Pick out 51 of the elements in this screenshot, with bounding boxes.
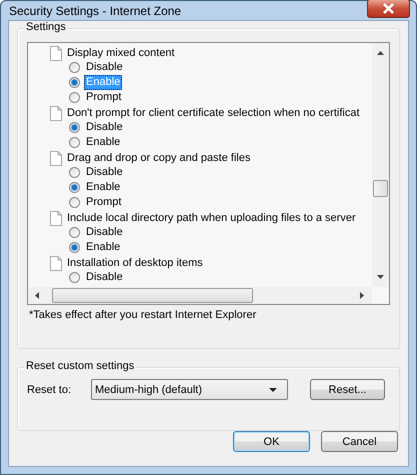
setting-label: Include local directory path when uploading files to a server — [67, 212, 356, 224]
document-icon — [50, 151, 62, 166]
reset-button[interactable]: Reset... — [310, 379, 385, 400]
right-arrow-icon — [360, 292, 364, 299]
setting-label: Drag and drop or copy and paste files — [67, 152, 250, 164]
option-label[interactable]: Disable — [84, 60, 125, 75]
note-text: *Takes effect after you restart Internet Explorer — [29, 309, 258, 321]
option-label[interactable]: Enable — [84, 135, 122, 150]
setting-label: Installation of desktop items — [67, 256, 203, 268]
radio-button[interactable] — [69, 122, 80, 133]
down-arrow-icon — [377, 275, 384, 279]
option-label[interactable]: Disable — [84, 270, 125, 285]
option-label[interactable]: Enable — [84, 180, 122, 195]
caret-icon — [269, 388, 277, 392]
radio-button[interactable] — [69, 137, 80, 148]
group-title: Reset custom settings — [24, 360, 136, 372]
close-button[interactable] — [367, 0, 410, 18]
setting-label: Don't prompt for client certificate selection when no certificat — [67, 106, 360, 118]
radio-button[interactable] — [69, 182, 80, 193]
close-icon — [382, 3, 395, 14]
radio-button[interactable] — [69, 242, 80, 253]
scroll-thumb[interactable] — [52, 288, 253, 303]
document-icon — [50, 46, 62, 61]
radio-button[interactable] — [69, 197, 80, 208]
window-title: Security Settings - Internet Zone — [9, 4, 182, 18]
option-label[interactable]: Prompt — [84, 195, 124, 210]
left-arrow-icon — [35, 292, 39, 299]
reset-level-dropdown[interactable]: Medium-high (default) — [91, 379, 288, 400]
dialog-button[interactable]: Cancel — [321, 431, 398, 452]
dialog-button[interactable]: OK — [233, 431, 310, 452]
radio-button[interactable] — [69, 62, 80, 73]
option-label[interactable]: Disable — [84, 120, 125, 135]
setting-label: Display mixed content — [67, 46, 175, 58]
option-label[interactable]: Enable — [84, 240, 122, 255]
reset-label: Reset to: — [27, 384, 72, 396]
radio-button[interactable] — [69, 77, 80, 88]
document-icon — [50, 106, 62, 121]
option-label[interactable]: Disable — [84, 165, 125, 180]
option-label[interactable]: Disable — [84, 225, 125, 240]
group-title: Settings — [24, 21, 68, 33]
vertical-scrollbar[interactable] — [372, 43, 389, 287]
document-icon — [50, 211, 62, 226]
radio-button[interactable] — [69, 272, 80, 283]
up-arrow-icon — [377, 51, 384, 55]
document-icon — [50, 256, 62, 271]
radio-button[interactable] — [69, 92, 80, 103]
radio-button[interactable] — [69, 227, 80, 238]
option-label[interactable]: Prompt — [84, 90, 124, 105]
scroll-thumb[interactable] — [373, 180, 388, 197]
radio-button[interactable] — [69, 167, 80, 178]
horizontal-scrollbar[interactable] — [28, 287, 372, 304]
